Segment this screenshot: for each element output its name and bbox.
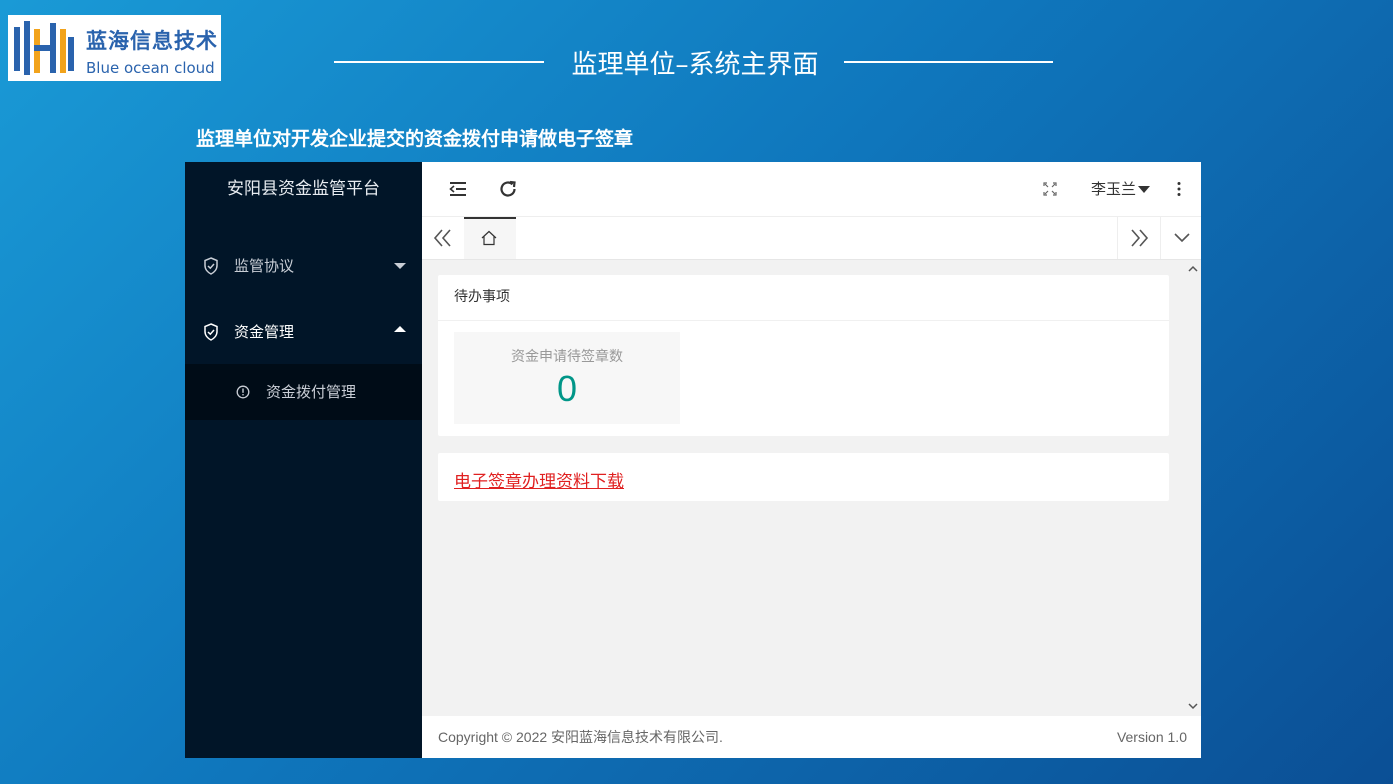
home-icon: [481, 230, 497, 246]
company-logo: 蓝海信息技术 Blue ocean cloud: [8, 15, 221, 81]
shield-check-icon: [204, 257, 218, 275]
sidebar-subitem-label: 资金拨付管理: [266, 383, 357, 401]
tabs-prev-icon[interactable]: [422, 217, 464, 259]
logo-text-cn: 蓝海信息技术: [86, 29, 218, 53]
user-name: 李玉兰: [1091, 180, 1137, 198]
sidebar-item-fund-management[interactable]: 资金管理: [185, 304, 422, 360]
main-area: 李玉兰 待办事项 资金申请待签章数 0 电子签章办理资料下载 Copyright…: [422, 162, 1201, 758]
refresh-icon[interactable]: [496, 177, 520, 201]
pending-signature-stat[interactable]: 资金申请待签章数 0: [454, 332, 680, 424]
sidebar-item-label: 监管协议: [234, 257, 295, 275]
content-area: 待办事项 资金申请待签章数 0 电子签章办理资料下载: [422, 260, 1185, 716]
fullscreen-icon[interactable]: [1038, 177, 1062, 201]
scroll-up-icon[interactable]: [1187, 263, 1199, 275]
chevron-down-icon: [394, 263, 406, 269]
sidebar-item-label: 资金管理: [234, 323, 295, 341]
chevron-up-icon: [394, 326, 406, 332]
logo-mark-icon: [14, 21, 74, 75]
scroll-down-icon[interactable]: [1187, 700, 1199, 712]
tabs-next-icon[interactable]: [1118, 217, 1160, 259]
chevron-down-icon[interactable]: [1161, 217, 1201, 259]
stat-label: 资金申请待签章数: [511, 349, 623, 365]
page-subheading: 监理单位对开发企业提交的资金拨付申请做电子签章: [196, 128, 634, 150]
sidebar-item-supervision-agreement[interactable]: 监管协议: [185, 238, 422, 294]
sidebar-brand: 安阳县资金监管平台: [227, 179, 380, 199]
headline-rule-right: [844, 61, 1053, 63]
sidebar: 安阳县资金监管平台 监管协议 资金管理 资金拨付管理: [185, 162, 422, 758]
user-menu[interactable]: 李玉兰: [1091, 162, 1151, 216]
footer-copyright: Copyright © 2022 安阳蓝海信息技术有限公司.: [438, 729, 723, 745]
footer: Copyright © 2022 安阳蓝海信息技术有限公司. Version 1…: [422, 716, 1201, 758]
top-toolbar: 李玉兰: [422, 162, 1201, 217]
download-materials-link[interactable]: 电子签章办理资料下载: [454, 467, 624, 492]
todo-card-title: 待办事项: [438, 275, 1169, 321]
sidebar-submenu: 资金拨付管理: [185, 364, 422, 420]
download-card: 电子签章办理资料下载: [438, 453, 1169, 501]
menu-fold-icon[interactable]: [446, 177, 470, 201]
footer-version: Version 1.0: [1116, 729, 1187, 745]
stat-value: 0: [556, 368, 578, 409]
todo-card: 待办事项 资金申请待签章数 0: [438, 275, 1169, 436]
caret-down-icon: [1138, 186, 1151, 193]
tab-home[interactable]: [464, 217, 516, 259]
page-headline: 监理单位–系统主界面: [571, 50, 819, 80]
logo-text-en: Blue ocean cloud: [86, 59, 215, 77]
info-circle-icon: [236, 385, 250, 399]
app-window: 安阳县资金监管平台 监管协议 资金管理 资金拨付管理 李玉兰 待办事项 资金申请…: [185, 162, 1201, 758]
shield-check-icon: [204, 323, 218, 341]
tab-bar: [422, 217, 1201, 260]
sidebar-subitem-fund-disbursement[interactable]: 资金拨付管理: [185, 364, 422, 420]
more-vertical-icon[interactable]: [1167, 177, 1191, 201]
headline-rule-left: [334, 61, 544, 63]
